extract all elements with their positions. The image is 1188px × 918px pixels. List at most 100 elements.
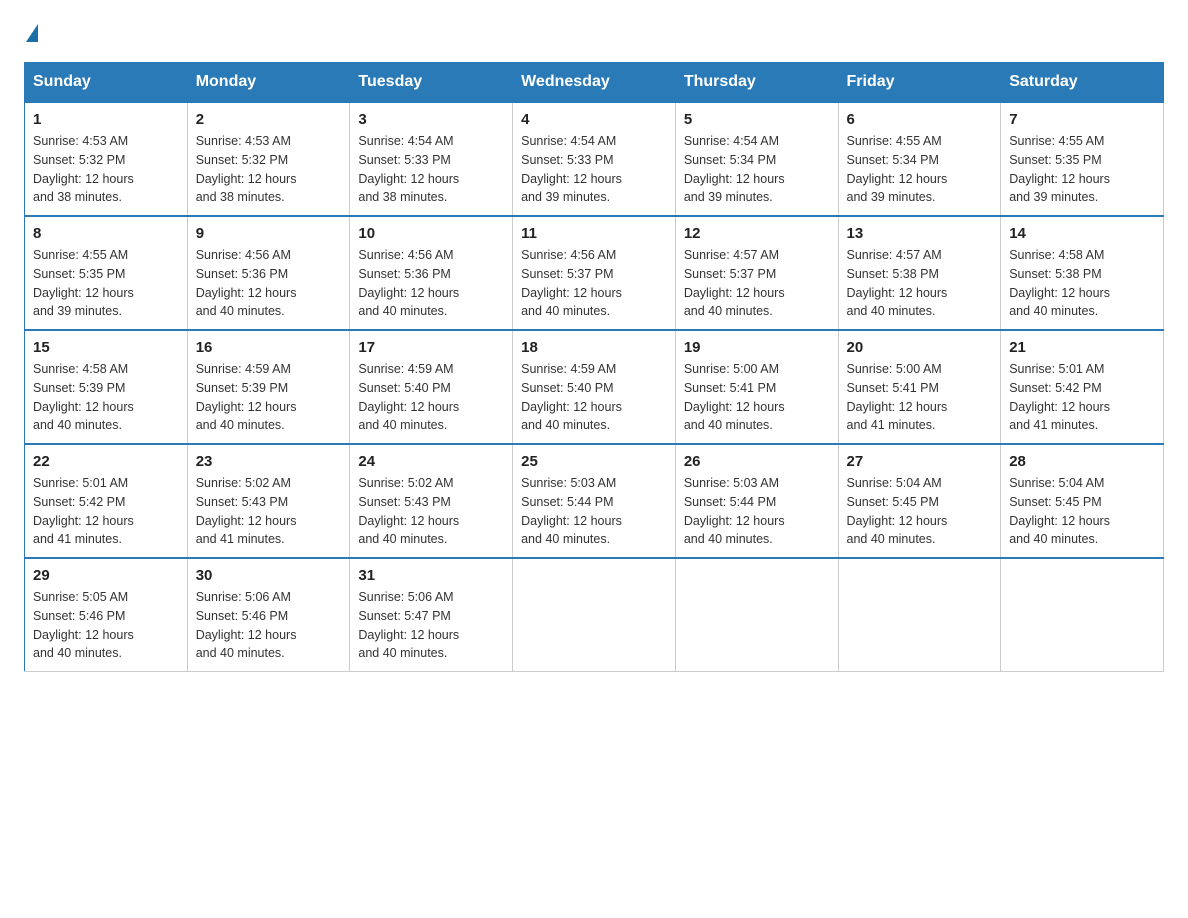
day-info: Sunrise: 4:53 AM Sunset: 5:32 PM Dayligh… [33, 132, 179, 207]
day-info: Sunrise: 4:53 AM Sunset: 5:32 PM Dayligh… [196, 132, 342, 207]
day-number: 2 [196, 111, 342, 128]
calendar-cell: 25 Sunrise: 5:03 AM Sunset: 5:44 PM Dayl… [513, 444, 676, 558]
day-info: Sunrise: 4:59 AM Sunset: 5:40 PM Dayligh… [358, 360, 504, 435]
day-info: Sunrise: 5:01 AM Sunset: 5:42 PM Dayligh… [1009, 360, 1155, 435]
day-info: Sunrise: 5:03 AM Sunset: 5:44 PM Dayligh… [684, 474, 830, 549]
day-info: Sunrise: 5:00 AM Sunset: 5:41 PM Dayligh… [847, 360, 993, 435]
week-row-2: 8 Sunrise: 4:55 AM Sunset: 5:35 PM Dayli… [25, 216, 1164, 330]
day-number: 5 [684, 111, 830, 128]
day-info: Sunrise: 4:58 AM Sunset: 5:39 PM Dayligh… [33, 360, 179, 435]
day-info: Sunrise: 4:59 AM Sunset: 5:40 PM Dayligh… [521, 360, 667, 435]
day-info: Sunrise: 5:06 AM Sunset: 5:47 PM Dayligh… [358, 588, 504, 663]
day-info: Sunrise: 4:57 AM Sunset: 5:37 PM Dayligh… [684, 246, 830, 321]
logo-triangle-icon [26, 24, 38, 42]
calendar-cell: 17 Sunrise: 4:59 AM Sunset: 5:40 PM Dayl… [350, 330, 513, 444]
calendar-cell: 21 Sunrise: 5:01 AM Sunset: 5:42 PM Dayl… [1001, 330, 1164, 444]
day-number: 11 [521, 225, 667, 242]
day-number: 23 [196, 453, 342, 470]
day-number: 4 [521, 111, 667, 128]
week-row-1: 1 Sunrise: 4:53 AM Sunset: 5:32 PM Dayli… [25, 102, 1164, 216]
day-info: Sunrise: 5:00 AM Sunset: 5:41 PM Dayligh… [684, 360, 830, 435]
day-number: 9 [196, 225, 342, 242]
calendar-cell: 1 Sunrise: 4:53 AM Sunset: 5:32 PM Dayli… [25, 102, 188, 216]
calendar-cell: 10 Sunrise: 4:56 AM Sunset: 5:36 PM Dayl… [350, 216, 513, 330]
day-number: 18 [521, 339, 667, 356]
day-number: 16 [196, 339, 342, 356]
calendar-cell: 23 Sunrise: 5:02 AM Sunset: 5:43 PM Dayl… [187, 444, 350, 558]
week-row-5: 29 Sunrise: 5:05 AM Sunset: 5:46 PM Dayl… [25, 558, 1164, 672]
day-number: 15 [33, 339, 179, 356]
day-info: Sunrise: 5:05 AM Sunset: 5:46 PM Dayligh… [33, 588, 179, 663]
col-header-sunday: Sunday [25, 63, 188, 103]
calendar-cell: 24 Sunrise: 5:02 AM Sunset: 5:43 PM Dayl… [350, 444, 513, 558]
calendar-cell: 4 Sunrise: 4:54 AM Sunset: 5:33 PM Dayli… [513, 102, 676, 216]
day-info: Sunrise: 4:55 AM Sunset: 5:35 PM Dayligh… [1009, 132, 1155, 207]
col-header-monday: Monday [187, 63, 350, 103]
day-info: Sunrise: 4:54 AM Sunset: 5:33 PM Dayligh… [521, 132, 667, 207]
calendar-cell: 29 Sunrise: 5:05 AM Sunset: 5:46 PM Dayl… [25, 558, 188, 672]
day-info: Sunrise: 4:59 AM Sunset: 5:39 PM Dayligh… [196, 360, 342, 435]
day-number: 7 [1009, 111, 1155, 128]
calendar-cell: 27 Sunrise: 5:04 AM Sunset: 5:45 PM Dayl… [838, 444, 1001, 558]
day-info: Sunrise: 5:02 AM Sunset: 5:43 PM Dayligh… [196, 474, 342, 549]
calendar-cell: 30 Sunrise: 5:06 AM Sunset: 5:46 PM Dayl… [187, 558, 350, 672]
day-info: Sunrise: 4:55 AM Sunset: 5:35 PM Dayligh… [33, 246, 179, 321]
day-info: Sunrise: 5:03 AM Sunset: 5:44 PM Dayligh… [521, 474, 667, 549]
day-info: Sunrise: 5:04 AM Sunset: 5:45 PM Dayligh… [847, 474, 993, 549]
calendar-cell: 13 Sunrise: 4:57 AM Sunset: 5:38 PM Dayl… [838, 216, 1001, 330]
calendar-cell [513, 558, 676, 672]
calendar-cell: 5 Sunrise: 4:54 AM Sunset: 5:34 PM Dayli… [675, 102, 838, 216]
day-number: 27 [847, 453, 993, 470]
calendar-cell: 26 Sunrise: 5:03 AM Sunset: 5:44 PM Dayl… [675, 444, 838, 558]
calendar-cell: 19 Sunrise: 5:00 AM Sunset: 5:41 PM Dayl… [675, 330, 838, 444]
calendar-cell: 12 Sunrise: 4:57 AM Sunset: 5:37 PM Dayl… [675, 216, 838, 330]
col-header-friday: Friday [838, 63, 1001, 103]
col-header-wednesday: Wednesday [513, 63, 676, 103]
calendar-cell: 20 Sunrise: 5:00 AM Sunset: 5:41 PM Dayl… [838, 330, 1001, 444]
page-header [24, 24, 1164, 42]
day-info: Sunrise: 5:06 AM Sunset: 5:46 PM Dayligh… [196, 588, 342, 663]
day-info: Sunrise: 5:04 AM Sunset: 5:45 PM Dayligh… [1009, 474, 1155, 549]
logo [24, 24, 40, 42]
day-info: Sunrise: 4:56 AM Sunset: 5:37 PM Dayligh… [521, 246, 667, 321]
week-row-4: 22 Sunrise: 5:01 AM Sunset: 5:42 PM Dayl… [25, 444, 1164, 558]
day-number: 12 [684, 225, 830, 242]
col-header-tuesday: Tuesday [350, 63, 513, 103]
calendar-cell: 16 Sunrise: 4:59 AM Sunset: 5:39 PM Dayl… [187, 330, 350, 444]
day-number: 8 [33, 225, 179, 242]
day-number: 22 [33, 453, 179, 470]
day-number: 19 [684, 339, 830, 356]
day-number: 17 [358, 339, 504, 356]
day-number: 20 [847, 339, 993, 356]
day-number: 14 [1009, 225, 1155, 242]
day-number: 6 [847, 111, 993, 128]
day-info: Sunrise: 4:57 AM Sunset: 5:38 PM Dayligh… [847, 246, 993, 321]
calendar-cell: 18 Sunrise: 4:59 AM Sunset: 5:40 PM Dayl… [513, 330, 676, 444]
calendar-cell: 14 Sunrise: 4:58 AM Sunset: 5:38 PM Dayl… [1001, 216, 1164, 330]
calendar-header-row: SundayMondayTuesdayWednesdayThursdayFrid… [25, 63, 1164, 103]
calendar-table: SundayMondayTuesdayWednesdayThursdayFrid… [24, 62, 1164, 672]
day-number: 29 [33, 567, 179, 584]
day-info: Sunrise: 4:56 AM Sunset: 5:36 PM Dayligh… [196, 246, 342, 321]
calendar-cell [838, 558, 1001, 672]
day-number: 21 [1009, 339, 1155, 356]
calendar-cell: 7 Sunrise: 4:55 AM Sunset: 5:35 PM Dayli… [1001, 102, 1164, 216]
day-number: 31 [358, 567, 504, 584]
calendar-cell: 2 Sunrise: 4:53 AM Sunset: 5:32 PM Dayli… [187, 102, 350, 216]
day-number: 26 [684, 453, 830, 470]
calendar-cell: 8 Sunrise: 4:55 AM Sunset: 5:35 PM Dayli… [25, 216, 188, 330]
day-info: Sunrise: 4:58 AM Sunset: 5:38 PM Dayligh… [1009, 246, 1155, 321]
calendar-cell: 11 Sunrise: 4:56 AM Sunset: 5:37 PM Dayl… [513, 216, 676, 330]
day-number: 1 [33, 111, 179, 128]
day-number: 30 [196, 567, 342, 584]
day-info: Sunrise: 4:54 AM Sunset: 5:34 PM Dayligh… [684, 132, 830, 207]
calendar-cell: 3 Sunrise: 4:54 AM Sunset: 5:33 PM Dayli… [350, 102, 513, 216]
day-number: 13 [847, 225, 993, 242]
calendar-cell: 28 Sunrise: 5:04 AM Sunset: 5:45 PM Dayl… [1001, 444, 1164, 558]
col-header-thursday: Thursday [675, 63, 838, 103]
col-header-saturday: Saturday [1001, 63, 1164, 103]
day-number: 25 [521, 453, 667, 470]
calendar-cell [1001, 558, 1164, 672]
week-row-3: 15 Sunrise: 4:58 AM Sunset: 5:39 PM Dayl… [25, 330, 1164, 444]
calendar-cell: 31 Sunrise: 5:06 AM Sunset: 5:47 PM Dayl… [350, 558, 513, 672]
